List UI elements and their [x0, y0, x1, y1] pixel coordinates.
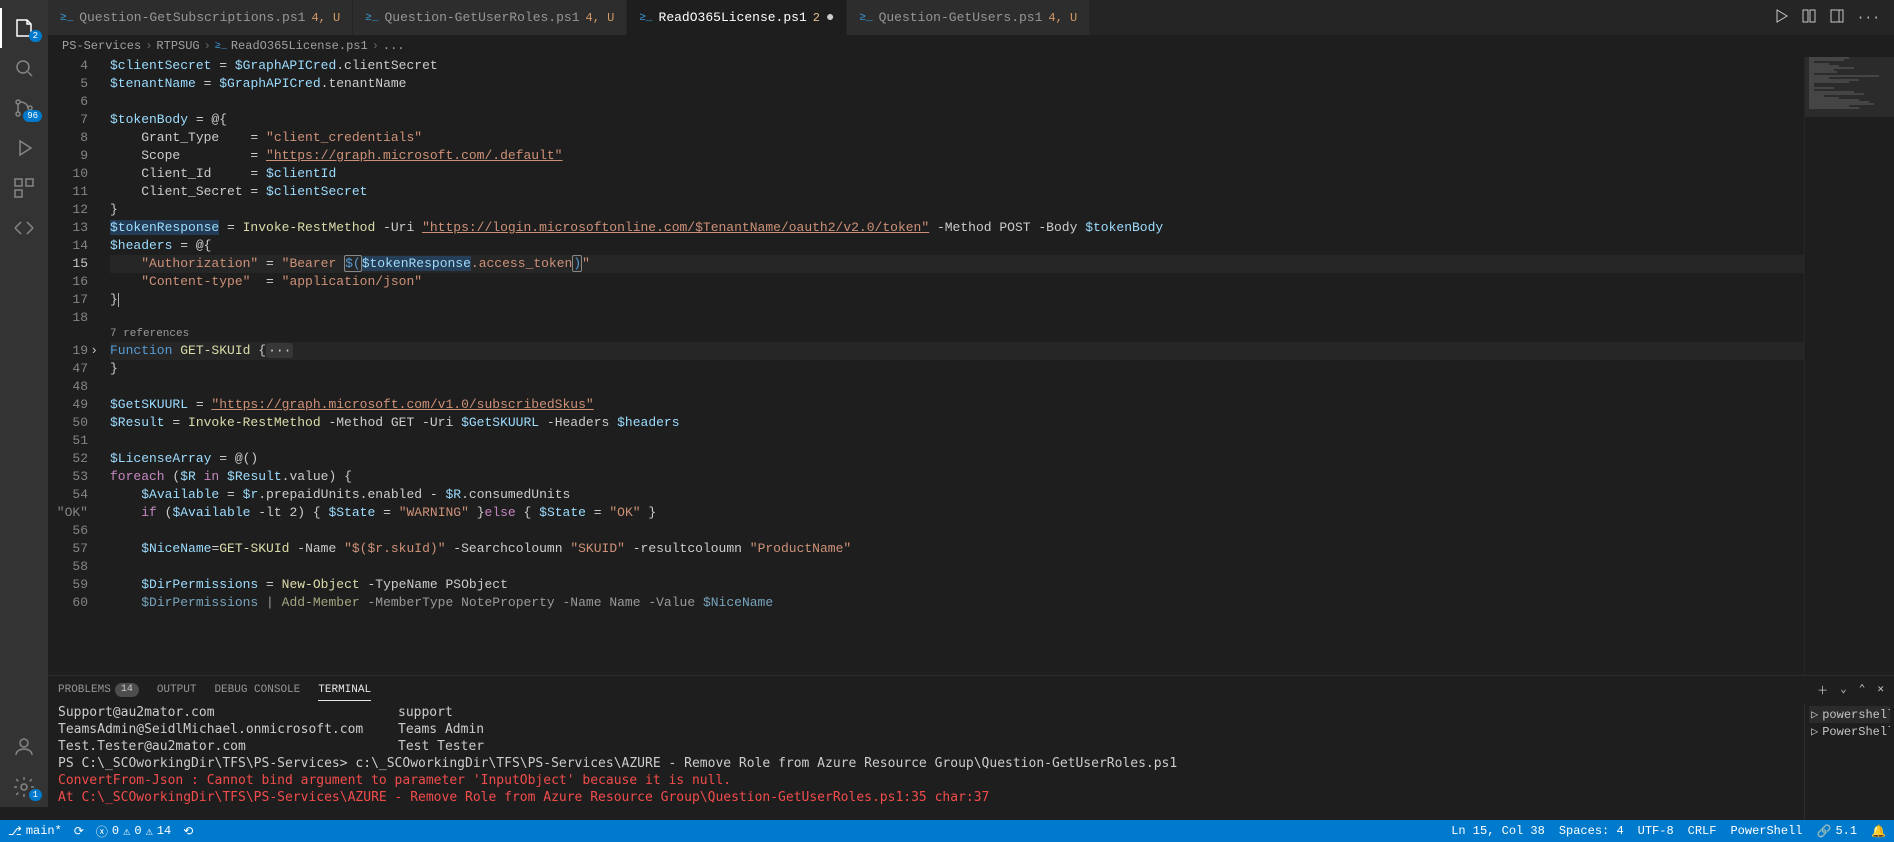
terminal-item[interactable]: ▷powershell: [1809, 706, 1890, 723]
breadcrumb-seg[interactable]: RTPSUG: [156, 39, 199, 53]
more-icon[interactable]: ···: [1857, 10, 1880, 25]
main-area: ≥_ Question-GetSubscriptions.ps1 4, U ≥_…: [48, 0, 1894, 820]
status-notifications-icon[interactable]: 🔔: [1871, 824, 1886, 839]
terminal-icon: ▷: [1811, 724, 1818, 739]
terminal-list: ▷powershell ▷PowerShell I...: [1804, 704, 1894, 820]
status-language[interactable]: PowerShell: [1730, 824, 1802, 839]
tab-label: Question-GetSubscriptions.ps1: [79, 10, 305, 25]
activity-extensions-icon[interactable]: [0, 168, 48, 208]
status-cursor[interactable]: Ln 15, Col 38: [1451, 824, 1545, 839]
panel-tabs: PROBLEMS14 OUTPUT DEBUG CONSOLE TERMINAL…: [48, 676, 1894, 704]
maximize-panel-icon[interactable]: ⌃: [1859, 682, 1866, 698]
fold-ellipsis-icon[interactable]: ···: [266, 343, 293, 358]
editor-tabs: ≥_ Question-GetSubscriptions.ps1 4, U ≥_…: [48, 0, 1894, 35]
text-cursor: [118, 292, 119, 307]
editor[interactable]: 4 5 6 7 8 9 10 11 12 13 14 15 16 17 18 1…: [48, 57, 1894, 675]
activity-settings-icon[interactable]: 1: [0, 767, 48, 807]
problems-badge: 14: [115, 683, 139, 697]
tab-label: Question-GetUsers.ps1: [879, 10, 1043, 25]
code-content[interactable]: $clientSecret = $GraphAPICred.clientSecr…: [98, 57, 1804, 675]
chevron-right-icon: ›: [145, 39, 152, 53]
minimap[interactable]: [1804, 57, 1894, 675]
tab-debug-console[interactable]: DEBUG CONSOLE: [214, 684, 300, 696]
status-encoding[interactable]: UTF-8: [1638, 824, 1674, 839]
settings-badge: 1: [29, 789, 42, 801]
tab-output[interactable]: OUTPUT: [157, 684, 197, 696]
broadcast-icon: ⟲: [183, 824, 193, 839]
tab-problems[interactable]: PROBLEMS14: [58, 683, 139, 697]
powershell-icon: ≥_: [639, 12, 652, 24]
info-icon: ⚠: [146, 824, 153, 839]
sync-icon: ⟳: [74, 824, 84, 839]
tab-label: Question-GetUserRoles.ps1: [384, 10, 579, 25]
tab-terminal[interactable]: TERMINAL: [318, 684, 371, 701]
terminal-dropdown-icon[interactable]: ⌄: [1840, 682, 1847, 698]
powershell-icon: ≥_: [859, 12, 872, 24]
tab-git: 2: [813, 11, 820, 25]
tab-getuserroles[interactable]: ≥_ Question-GetUserRoles.ps1 4, U: [353, 0, 627, 35]
run-icon[interactable]: [1773, 8, 1789, 28]
tab-git: 4, U: [586, 11, 615, 25]
layout-icon[interactable]: [1829, 8, 1845, 28]
close-panel-icon[interactable]: ✕: [1877, 682, 1884, 698]
split-icon[interactable]: [1801, 8, 1817, 28]
codelens-references[interactable]: 7 references: [110, 327, 1804, 342]
activity-scm-icon[interactable]: 96: [0, 88, 48, 128]
scm-badge: 96: [23, 110, 42, 122]
terminal-item[interactable]: ▷PowerShell I...: [1809, 723, 1890, 740]
status-branch[interactable]: ⎇main*: [8, 824, 62, 839]
status-live-share[interactable]: ⟲: [183, 824, 193, 839]
activity-debug-icon[interactable]: [0, 128, 48, 168]
tab-git: 4, U: [311, 11, 340, 25]
bottom-panel: PROBLEMS14 OUTPUT DEBUG CONSOLE TERMINAL…: [48, 675, 1894, 820]
warning-icon: ⚠: [123, 824, 130, 839]
tab-getsubs[interactable]: ≥_ Question-GetSubscriptions.ps1 4, U: [48, 0, 353, 35]
gutter: 4 5 6 7 8 9 10 11 12 13 14 15 16 17 18 1…: [48, 57, 98, 675]
breadcrumb-seg[interactable]: ...: [383, 39, 405, 53]
explorer-badge: 2: [29, 30, 42, 42]
activity-search-icon[interactable]: [0, 48, 48, 88]
tab-label: ReadO365License.ps1: [659, 10, 807, 25]
terminal-output[interactable]: Support@au2mator.comsupport TeamsAdmin@S…: [48, 704, 1804, 820]
activity-remote-icon[interactable]: [0, 208, 48, 248]
tab-getusers[interactable]: ≥_ Question-GetUsers.ps1 4, U: [847, 0, 1090, 35]
breadcrumb-seg[interactable]: ReadO365License.ps1: [231, 39, 368, 53]
activity-accounts-icon[interactable]: [0, 727, 48, 767]
status-ps-version[interactable]: 🔗5.1: [1816, 824, 1857, 839]
tab-git: 4, U: [1048, 11, 1077, 25]
error-icon: ⓧ: [96, 823, 108, 840]
breadcrumb-seg[interactable]: PS-Services: [62, 39, 141, 53]
breadcrumb[interactable]: PS-Services › RTPSUG › ≥_ ReadO365Licens…: [48, 35, 1894, 57]
dirty-dot-icon: ●: [826, 10, 834, 26]
branch-icon: ⎇: [8, 824, 22, 839]
powershell-icon: ≥_: [365, 12, 378, 24]
status-problems[interactable]: ⓧ0 ⚠0 ⚠14: [96, 823, 171, 840]
status-bar: ⎇main* ⟳ ⓧ0 ⚠0 ⚠14 ⟲ Ln 15, Col 38 Space…: [0, 820, 1894, 842]
powershell-icon: ≥_: [215, 41, 227, 52]
chevron-right-icon: ›: [372, 39, 379, 53]
link-icon: 🔗: [1816, 824, 1831, 839]
chevron-right-icon: ›: [204, 39, 211, 53]
powershell-icon: ≥_: [60, 12, 73, 24]
tab-actions: ···: [1773, 0, 1894, 35]
status-eol[interactable]: CRLF: [1688, 824, 1717, 839]
new-terminal-icon[interactable]: ＋: [1817, 682, 1828, 698]
tab-readlicense[interactable]: ≥_ ReadO365License.ps1 2 ●: [627, 0, 847, 35]
status-sync[interactable]: ⟳: [74, 824, 84, 839]
terminal-icon: ▷: [1811, 707, 1818, 722]
status-indent[interactable]: Spaces: 4: [1559, 824, 1624, 839]
activity-bar: 2 96 1: [0, 0, 48, 807]
activity-explorer-icon[interactable]: 2: [0, 8, 48, 48]
